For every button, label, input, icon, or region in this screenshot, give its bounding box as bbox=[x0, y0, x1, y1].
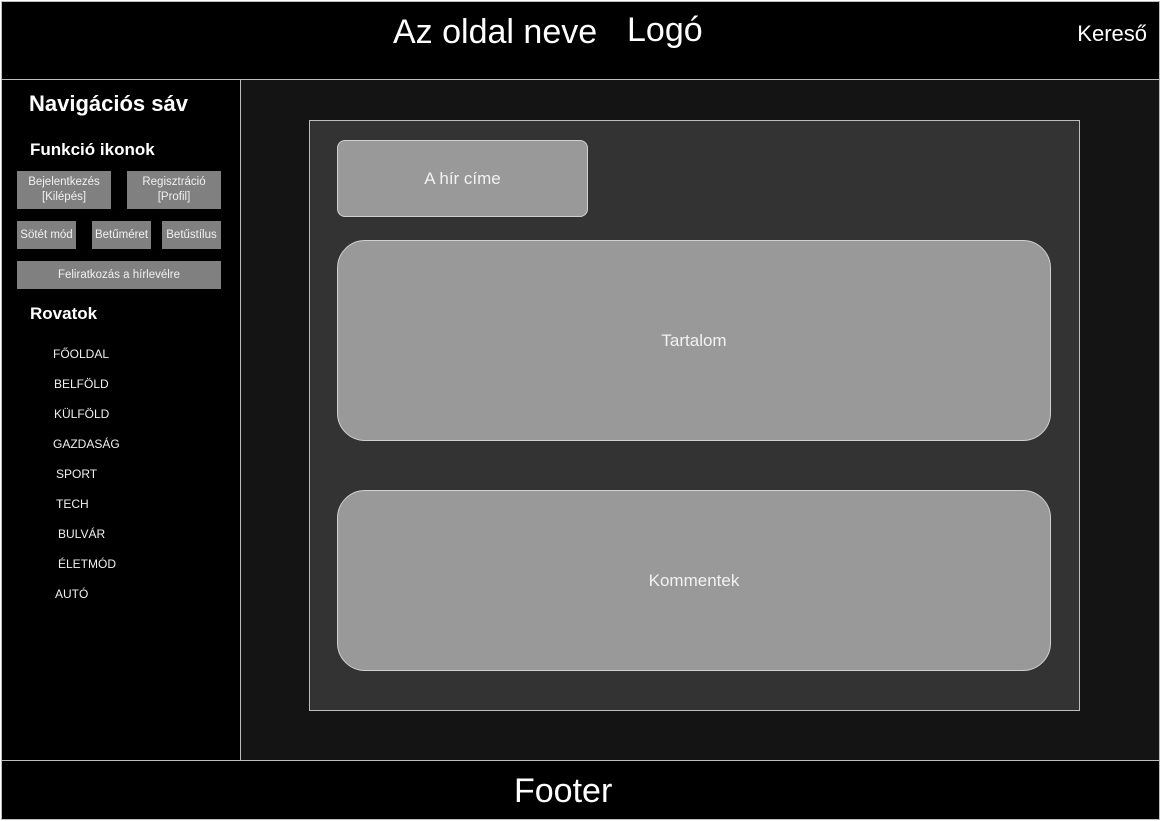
footer-text: Footer bbox=[514, 772, 613, 810]
section-link-fooldal[interactable]: FŐOLDAL bbox=[53, 347, 109, 361]
section-link-gazdasag[interactable]: GAZDASÁG bbox=[53, 437, 120, 451]
article-title-text: A hír címe bbox=[424, 168, 501, 188]
article-comments-text: Kommentek bbox=[648, 570, 740, 590]
site-name[interactable]: Az oldal neve bbox=[393, 12, 597, 52]
article-title: A hír címe bbox=[337, 140, 588, 217]
article-content-text: Tartalom bbox=[661, 330, 727, 350]
section-link-auto[interactable]: AUTÓ bbox=[55, 587, 88, 601]
main-content: A hír címe Tartalom Kommentek bbox=[241, 80, 1160, 760]
footer: Footer bbox=[1, 760, 1160, 820]
section-link-belfold[interactable]: BELFÖLD bbox=[54, 377, 109, 391]
section-link-kulfold[interactable]: KÜLFÖLD bbox=[54, 407, 109, 421]
article-comments[interactable]: Kommentek bbox=[337, 490, 1051, 671]
section-link-bulvar[interactable]: BULVÁR bbox=[58, 527, 105, 541]
header: Az oldal neve Logó Kereső bbox=[1, 1, 1160, 80]
article-content: Tartalom bbox=[337, 240, 1051, 441]
article-container: A hír címe Tartalom Kommentek bbox=[309, 120, 1080, 711]
sections-list: FŐOLDAL BELFÖLD KÜLFÖLD GAZDASÁG SPORT T… bbox=[2, 80, 242, 760]
sidebar-navigation: Navigációs sáv Funkció ikonok Bejelentke… bbox=[1, 80, 241, 760]
logo[interactable]: Logó bbox=[627, 10, 703, 50]
section-link-tech[interactable]: TECH bbox=[56, 497, 89, 511]
section-link-eletmod[interactable]: ÉLETMÓD bbox=[58, 557, 116, 571]
search-button[interactable]: Kereső bbox=[1077, 21, 1147, 47]
section-link-sport[interactable]: SPORT bbox=[56, 467, 97, 481]
